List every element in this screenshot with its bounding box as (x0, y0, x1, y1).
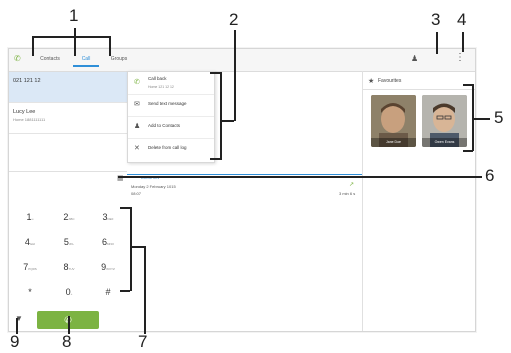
callout-6: 6 (485, 166, 495, 185)
callout-line (210, 158, 220, 160)
add-contact-icon[interactable]: ♟ (411, 54, 418, 63)
phone-app-icon: ✆ (14, 54, 21, 63)
key-letters: GHI (29, 242, 36, 246)
caller-number: Home 1881111111 (13, 117, 46, 122)
menu-item-sub: Home 121 12 12 (148, 85, 174, 89)
favourite-name: Owen Evans (422, 138, 467, 147)
divider (363, 89, 475, 90)
key-6[interactable]: 6MNO (93, 232, 123, 252)
callout-line (220, 72, 222, 160)
key-star[interactable]: * (15, 282, 45, 302)
key-2[interactable]: 2ABC (54, 207, 84, 227)
overflow-menu-icon[interactable]: ⋮ (455, 52, 465, 63)
key-letters: WXYZ (106, 267, 115, 271)
callout-line (472, 118, 490, 120)
divider (127, 174, 362, 175)
callout-line (74, 28, 76, 37)
menu-item-send-text[interactable]: ✉ Send text message (128, 94, 214, 117)
top-bar: ✆ Contacts Call Groups ♟ ⋮ (9, 49, 475, 72)
tab-call[interactable]: Call (73, 53, 99, 67)
divider (362, 71, 363, 331)
favourites-title: Favourites (378, 78, 402, 84)
key-5[interactable]: 5JKL (54, 232, 84, 252)
callout-line (130, 246, 144, 248)
callout-line (118, 176, 482, 178)
callout-line (144, 246, 146, 334)
key-letters: JKL (68, 242, 75, 246)
outgoing-call-icon: ↗ (349, 182, 355, 188)
callout-7: 7 (138, 332, 148, 351)
key-letters: ABC (68, 217, 75, 221)
caller-number: 021 121 12 (13, 78, 41, 84)
key-9[interactable]: 9WXYZ (93, 257, 123, 277)
phone-app-screen: ✆ Contacts Call Groups ♟ ⋮ 021 121 12 ↗ … (8, 48, 476, 332)
key-hash[interactable]: # (93, 282, 123, 302)
callout-line (130, 207, 132, 291)
callout-line (436, 32, 438, 54)
callout-8: 8 (62, 332, 72, 351)
menu-item-add-to-contacts[interactable]: ♟ Add to Contacts (128, 116, 214, 139)
key-letters: DEF (107, 217, 114, 221)
phone-icon: ✆ (134, 79, 140, 86)
favourite-name: Jane Doe (371, 138, 416, 147)
star-icon: ★ (368, 78, 375, 85)
callout-2: 2 (229, 10, 239, 29)
favourite-contact-card[interactable]: Owen Evans (422, 95, 467, 147)
callout-4: 4 (457, 10, 467, 29)
callout-9: 9 (10, 332, 20, 351)
key-letters: MNO (107, 242, 114, 246)
callout-line (74, 36, 76, 56)
call-time: 08:07 (131, 191, 142, 196)
key-8[interactable]: 8TUV (54, 257, 84, 277)
tab-contacts[interactable]: Contacts (33, 53, 67, 66)
menu-item-label: Send text message (148, 101, 187, 106)
divider (9, 171, 127, 172)
menu-item-delete[interactable]: ✕ Delete from call log (128, 138, 214, 160)
key-3[interactable]: 3DEF (93, 207, 123, 227)
message-icon: ✉ (134, 101, 140, 108)
callout-3: 3 (431, 10, 441, 29)
callout-line (220, 120, 234, 122)
caller-name: Lucy Lee (13, 109, 36, 115)
key-letters: TUV (68, 267, 75, 271)
key-1[interactable]: 1•• (15, 207, 45, 227)
callout-line (109, 36, 111, 56)
callout-1: 1 (69, 6, 79, 25)
menu-item-label: Call back (148, 76, 167, 81)
key-letters: + (70, 292, 73, 296)
callout-line (120, 290, 130, 292)
key-letters: •• (31, 217, 34, 221)
key-0[interactable]: 0+ (54, 282, 84, 302)
callout-line (120, 207, 130, 209)
menu-item-call-back[interactable]: ✆ Call back Home 121 12 12 (128, 72, 214, 95)
favourite-contact-card[interactable]: Jane Doe (371, 95, 416, 147)
callout-line (32, 36, 34, 56)
call-options-menu: ✆ Call back Home 121 12 12 ✉ Send text m… (127, 71, 215, 163)
call-date: Monday 2 February 1015 (131, 184, 176, 189)
key-7[interactable]: 7PQRS (15, 257, 45, 277)
callout-line (462, 32, 464, 52)
key-digit: # (105, 287, 111, 297)
key-letters: PQRS (28, 267, 37, 271)
add-contact-icon: ♟ (134, 123, 141, 130)
menu-item-label: Add to Contacts (148, 123, 181, 128)
callout-5: 5 (494, 108, 504, 127)
close-icon: ✕ (134, 145, 140, 152)
callout-line (234, 30, 236, 121)
callout-line (210, 72, 220, 74)
key-digit: * (28, 287, 32, 297)
call-length: 3 min 6 s (339, 191, 356, 196)
dial-keypad: 1•• 2ABC 3DEF 4GHI 5JKL 6MNO 7PQRS 8TUV … (9, 207, 127, 305)
key-4[interactable]: 4GHI (15, 232, 45, 252)
menu-item-label: Delete from call log (148, 145, 187, 150)
callout-line (32, 36, 110, 38)
